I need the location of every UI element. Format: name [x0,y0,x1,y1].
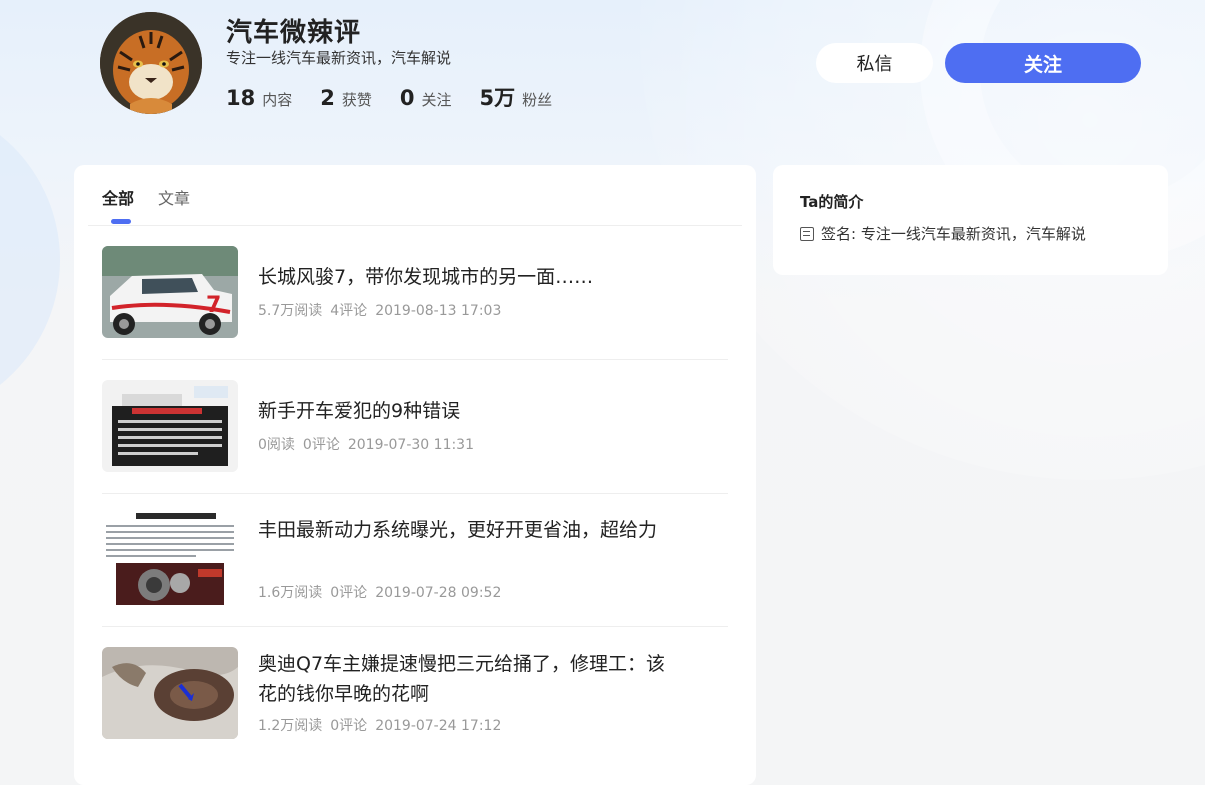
article-meta: 1.2万阅读 0评论 2019-07-24 17:12 [258,715,509,735]
article-time: 2019-07-24 17:12 [375,718,502,734]
article-reads: 0阅读 [258,437,295,453]
avatar[interactable] [100,12,202,114]
catalytic-converter-thumbnail [102,647,238,739]
tiger-avatar-image [100,12,202,114]
article-comments: 0评论 [302,437,340,453]
article-item[interactable]: 奥迪Q7车主嫌提速慢把三元给捅了，修理工：该花的钱你早晚的花啊 1.2万阅读 0评… [102,627,728,761]
stat-label: 关注 [421,91,452,109]
profile-name: 汽车微辣评 [226,18,362,48]
tab-active-indicator [111,219,131,224]
article-reads: 1.2万阅读 [258,718,323,734]
content-tabs: 全部 文章 [102,185,214,224]
article-comments: 4评论 [330,303,368,319]
stat-following[interactable]: 0 关注 [400,86,452,110]
stat-number: 0 [399,86,415,110]
article-item[interactable]: 7 长城风骏7，带你发现城市的另一面…… 5.7万阅读 4评论 2019-08-13… [102,226,728,360]
article-time: 2019-07-30 11:31 [347,437,475,453]
message-button[interactable]: 私信 [816,43,933,83]
article-item[interactable]: 新手开车爱犯的9种错误 0阅读 0评论 2019-07-30 11:31 [102,360,728,494]
tab-label: 文章 [158,189,191,208]
article-thumbnail[interactable] [102,513,238,605]
article-meta: 1.6万阅读 0评论 2019-07-28 09:52 [258,582,509,602]
profile-stats: 18 内容 2 获赞 0 关注 5万 粉丝 [226,82,580,112]
article-thumbnail[interactable] [102,380,238,472]
stat-likes: 2 获赞 [320,86,372,110]
article-meta: 5.7万阅读 4评论 2019-08-13 17:03 [258,300,509,320]
article-item[interactable]: 丰田最新动力系统曝光，更好开更省油，超给力 1.6万阅读 0评论 2019-07-2… [102,493,728,627]
stat-number: 2 [320,86,335,110]
article-thumbnail[interactable]: 7 [102,246,238,338]
article-comments: 0评论 [330,585,368,601]
stat-label: 内容 [262,91,293,109]
document-icon [800,226,814,241]
intro-title: Ta的简介 [800,193,864,211]
article-title[interactable]: 长城风骏7，带你发现城市的另一面…… [258,262,678,292]
article-thumbnail[interactable] [102,647,238,739]
content-card: 全部 文章 7 长城风骏7，带你发现城市的另一面…… 5.7万阅读 4评论 20… [74,165,756,785]
stat-content: 18 内容 [226,86,292,110]
article-time: 2019-07-28 09:52 [375,585,502,601]
stat-label: 粉丝 [522,91,553,109]
intro-card: Ta的简介 签名: 专注一线汽车最新资讯，汽车解说 [773,165,1168,275]
stat-fans[interactable]: 5万 粉丝 [480,82,553,112]
car-photo-thumbnail: 7 [102,246,238,338]
article-title[interactable]: 新手开车爱犯的9种错误 [258,396,678,426]
tab-label: 全部 [102,189,135,208]
tab-all[interactable]: 全部 [102,185,135,224]
article-reads: 1.6万阅读 [258,585,323,601]
article-title[interactable]: 奥迪Q7车主嫌提速慢把三元给捅了，修理工：该花的钱你早晚的花啊 [258,649,678,709]
stat-label: 获赞 [341,91,372,109]
stat-number: 5万 [479,86,516,110]
article-time: 2019-08-13 17:03 [375,303,502,319]
follow-button[interactable]: 关注 [945,43,1141,83]
profile-description: 专注一线汽车最新资讯，汽车解说 [226,49,452,67]
engine-article-thumbnail [102,513,238,605]
signature-text: 签名: 专注一线汽车最新资讯，汽车解说 [821,225,1086,243]
bg-decoration [0,100,60,420]
article-comments: 0评论 [330,718,368,734]
notice-board-thumbnail [102,380,238,472]
tab-articles[interactable]: 文章 [158,185,190,223]
article-title[interactable]: 丰田最新动力系统曝光，更好开更省油，超给力 [258,515,678,545]
signature-line: 签名: 专注一线汽车最新资讯，汽车解说 [800,223,1086,244]
article-reads: 5.7万阅读 [258,303,323,319]
stat-number: 18 [226,86,256,110]
article-meta: 0阅读 0评论 2019-07-30 11:31 [258,434,482,454]
